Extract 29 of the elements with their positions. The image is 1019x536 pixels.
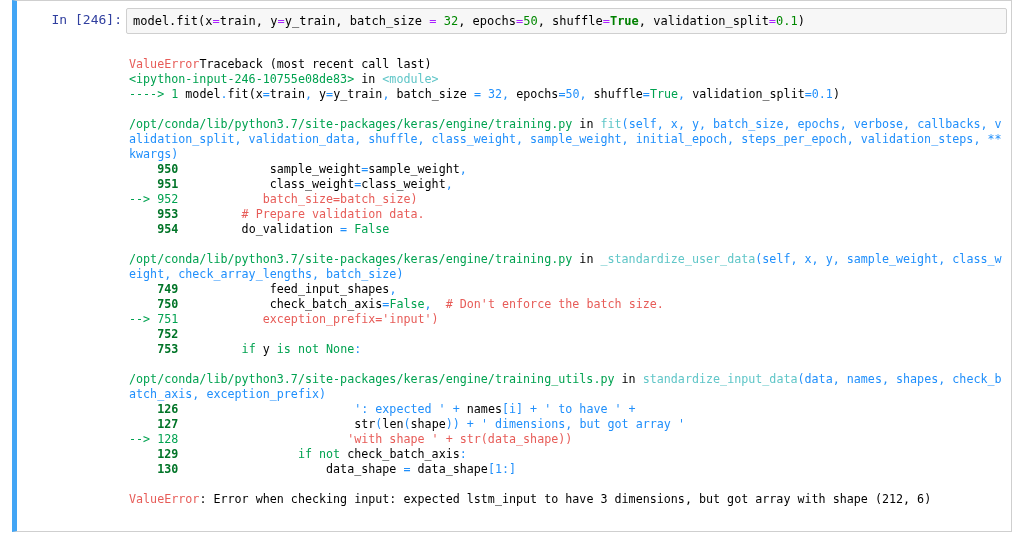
traceback-line: 749 feed_input_shapes, xyxy=(156,282,398,297)
traceback-line: ValueError: Error when checking input: expected lstm_input to have 3 dimensions, but got array with shape (212, 6) xyxy=(129,492,933,507)
traceback-line: 951 class_weight=class_weight, xyxy=(156,177,454,192)
traceback-line: ----> 1 model.fit(x=train, y=y_train, batch_size = 32, epochs=50, shuffle=True, validation_split=0.1) xyxy=(129,87,841,102)
traceback-line: 127 str(len(shape)) + ' dimensions, but got array ' xyxy=(156,417,686,432)
input-prompt: In [246]: xyxy=(50,11,123,29)
traceback-line: 752 xyxy=(156,327,180,342)
traceback-line: --> 128 'with shape ' + str(data_shape)) xyxy=(129,432,574,447)
traceback-line: kwargs) xyxy=(129,147,180,162)
traceback-line: 753 if y is not None: xyxy=(156,342,363,357)
traceback-line: /opt/conda/lib/python3.7/site-packages/keras/engine/training.py in _standardize_user_data(self, x, y, sample_weight, class_w xyxy=(129,252,1003,267)
traceback-line: atch_axis, exception_prefix) xyxy=(129,387,328,402)
traceback-line: ValueErrorTraceback (most recent call last) xyxy=(129,57,433,72)
traceback-line: 750 check_batch_axis=False, # Don't enforce the batch size. xyxy=(156,297,665,312)
traceback-line: 953 # Prepare validation data. xyxy=(156,207,426,222)
traceback-line: 954 do_validation = False xyxy=(156,222,391,237)
traceback-line: --> 952 batch_size=batch_size) xyxy=(129,192,419,207)
traceback-line: /opt/conda/lib/python3.7/site-packages/keras/engine/training_utils.py in standardize_input_data(data, names, shapes, check_b xyxy=(129,372,1003,387)
traceback-line: /opt/conda/lib/python3.7/site-packages/keras/engine/training.py in fit(self, x, y, batch_size, epochs, verbose, callbacks, v xyxy=(129,117,1003,132)
code-input[interactable]: model.fit(x=train, y=y_train, batch_size = 32, epochs=50, shuffle=True, validation_split=0.1) xyxy=(126,8,1007,34)
traceback-line: eight, check_array_lengths, batch_size) xyxy=(129,267,405,282)
traceback-line: 126 ': expected ' + names[i] + ' to have ' + xyxy=(156,402,637,417)
traceback-line: 129 if not check_batch_axis: xyxy=(156,447,468,462)
traceback-line: <ipython-input-246-10755e08de83> in <module> xyxy=(129,72,440,87)
traceback-line: 950 sample_weight=sample_weight, xyxy=(156,162,468,177)
traceback-line: 130 data_shape = data_shape[1:] xyxy=(156,462,518,477)
traceback-line: alidation_split, validation_data, shuffle, class_weight, sample_weight, initial_epoch, steps_per_epoch, validation_steps, ** xyxy=(129,132,1003,147)
notebook-cell[interactable] xyxy=(12,0,1012,532)
traceback-line: --> 751 exception_prefix='input') xyxy=(129,312,440,327)
